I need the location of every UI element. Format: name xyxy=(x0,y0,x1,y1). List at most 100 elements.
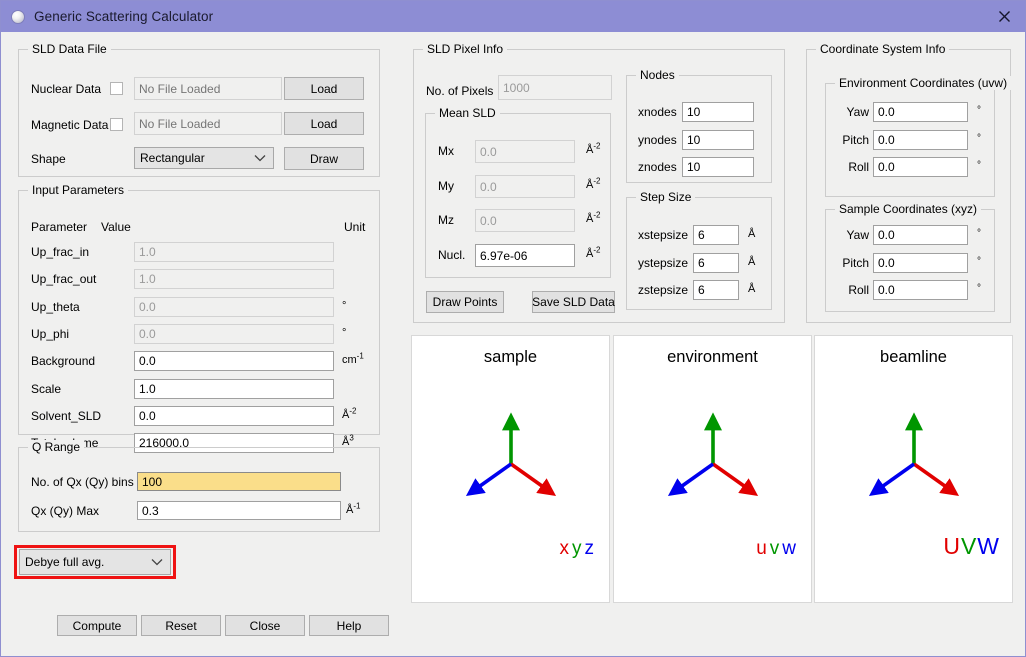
input-param-label-0: Up_frac_in xyxy=(31,245,89,259)
axis-legend-w: w xyxy=(782,538,799,559)
input-param-field-background[interactable] xyxy=(134,351,334,371)
axis-legend-x: x xyxy=(560,538,573,559)
mean-sld-unit-3: Å-2 xyxy=(586,248,600,260)
input-param-label-2: Up_theta xyxy=(31,300,80,314)
step-size-input-xstepsize[interactable] xyxy=(693,225,739,245)
input-param-label-1: Up_frac_out xyxy=(31,272,96,286)
application-window: Generic Scattering Calculator SLD Data F… xyxy=(0,0,1026,657)
sample-coordinates-title: Sample Coordinates (xyz) xyxy=(835,202,981,216)
environment-label-pitch: Pitch xyxy=(837,133,869,147)
input-param-field-up-theta[interactable] xyxy=(134,297,334,317)
mean-sld-input-nucl[interactable] xyxy=(475,244,575,267)
axis-legend-z: z xyxy=(585,538,598,559)
coordinate-gizmo-sample xyxy=(456,412,566,508)
nodes-input-xnodes[interactable] xyxy=(682,102,754,122)
sample-input-pitch[interactable] xyxy=(873,253,968,273)
step-size-input-zstepsize[interactable] xyxy=(693,280,739,300)
axis-panel-legend-beamline: UVW xyxy=(943,533,1000,560)
close-button[interactable] xyxy=(982,1,1026,32)
sample-label-roll: Roll xyxy=(837,283,869,297)
parameter-column-header: Parameter xyxy=(31,220,87,234)
nodes-label-znodes: znodes xyxy=(638,160,677,174)
qx-bins-input[interactable] xyxy=(137,472,341,491)
environment-input-yaw[interactable] xyxy=(873,102,968,122)
axis-legend-v: v xyxy=(770,538,783,559)
footer-separator xyxy=(1,595,1026,596)
nuclear-data-path-input[interactable] xyxy=(134,77,282,100)
shape-label: Shape xyxy=(31,152,66,166)
axis-panel-title-sample: sample xyxy=(412,348,609,367)
nuclear-data-checkbox[interactable] xyxy=(110,82,123,95)
app-sphere-icon xyxy=(11,10,25,24)
axis-panel-legend-environment: uvw xyxy=(756,538,799,560)
sample-input-roll[interactable] xyxy=(873,280,968,300)
input-param-unit-2: ° xyxy=(342,300,346,312)
mean-sld-label-My: My xyxy=(438,179,454,193)
step-size-input-ystepsize[interactable] xyxy=(693,253,739,273)
title-bar: Generic Scattering Calculator xyxy=(1,1,1026,32)
sample-input-yaw[interactable] xyxy=(873,225,968,245)
mean-sld-title: Mean SLD xyxy=(435,106,500,120)
q-range-label-0: No. of Qx (Qy) bins xyxy=(31,475,134,489)
input-param-field-up-phi[interactable] xyxy=(134,324,334,344)
axis-legend-y: y xyxy=(572,538,585,559)
step-size-title: Step Size xyxy=(636,190,695,204)
draw-points-button[interactable]: Draw Points xyxy=(426,291,504,313)
q-range-unit-1: Å-1 xyxy=(346,504,360,516)
nodes-input-znodes[interactable] xyxy=(682,157,754,177)
save-sld-data-button[interactable]: Save SLD Data xyxy=(532,291,615,313)
sample-unit-1: ° xyxy=(977,256,981,267)
window-title: Generic Scattering Calculator xyxy=(34,9,213,24)
input-param-field-up-frac-in[interactable] xyxy=(134,242,334,262)
mean-sld-input-my[interactable] xyxy=(475,175,575,198)
sld-data-file-title: SLD Data File xyxy=(28,42,111,56)
mean-sld-unit-0: Å-2 xyxy=(586,144,600,156)
reset-button[interactable]: Reset xyxy=(141,615,221,636)
environment-unit-1: ° xyxy=(977,133,981,144)
mean-sld-unit-1: Å-2 xyxy=(586,179,600,191)
averaging-combobox[interactable]: Debye full avg. xyxy=(19,549,171,575)
input-param-field-solvent-sld[interactable] xyxy=(134,406,334,426)
input-param-unit-4: cm-1 xyxy=(342,354,364,366)
mean-sld-input-mx[interactable] xyxy=(475,140,575,163)
magnetic-data-label: Magnetic Data xyxy=(31,118,108,132)
step-size-unit-2: Å xyxy=(748,283,755,295)
step-size-label-ystepsize: ystepsize xyxy=(638,256,688,270)
shape-combobox[interactable]: Rectangular xyxy=(134,147,274,169)
magnetic-data-load-button[interactable]: Load xyxy=(284,112,364,135)
input-param-label-4: Background xyxy=(31,354,95,368)
qx-max-input[interactable] xyxy=(137,501,341,520)
shape-draw-button[interactable]: Draw xyxy=(284,147,364,170)
environment-unit-0: ° xyxy=(977,105,981,116)
axis-panel-title-beamline: beamline xyxy=(815,348,1012,367)
nodes-title: Nodes xyxy=(636,68,679,82)
environment-label-roll: Roll xyxy=(837,160,869,174)
magnetic-data-checkbox[interactable] xyxy=(110,118,123,131)
axis-panel-sample: sample xyz xyxy=(411,335,610,603)
value-column-header: Value xyxy=(101,220,131,234)
mean-sld-label-Nucl: Nucl. xyxy=(438,248,465,262)
input-param-field-up-frac-out[interactable] xyxy=(134,269,334,289)
input-param-field-scale[interactable] xyxy=(134,379,334,399)
chevron-down-icon xyxy=(254,154,266,162)
compute-button[interactable]: Compute xyxy=(57,615,137,636)
mean-sld-input-mz[interactable] xyxy=(475,209,575,232)
environment-input-roll[interactable] xyxy=(873,157,968,177)
input-param-label-6: Solvent_SLD xyxy=(31,409,101,423)
mean-sld-unit-2: Å-2 xyxy=(586,213,600,225)
axis-legend-V: V xyxy=(961,533,977,559)
sample-label-pitch: Pitch xyxy=(837,256,869,270)
environment-unit-2: ° xyxy=(977,160,981,171)
nuclear-data-load-button[interactable]: Load xyxy=(284,77,364,100)
mean-sld-label-Mx: Mx xyxy=(438,144,454,158)
close-button[interactable]: Close xyxy=(225,615,305,636)
magnetic-data-path-input[interactable] xyxy=(134,112,282,135)
step-size-label-xstepsize: xstepsize xyxy=(638,228,688,242)
axis-panel-environment: environmentuvw xyxy=(613,335,812,603)
coordinate-system-info-title: Coordinate System Info xyxy=(816,42,949,56)
help-button[interactable]: Help xyxy=(309,615,389,636)
nodes-input-ynodes[interactable] xyxy=(682,130,754,150)
coordinate-gizmo-beamline xyxy=(859,412,969,508)
no-of-pixels-input[interactable] xyxy=(498,75,612,100)
environment-input-pitch[interactable] xyxy=(873,130,968,150)
